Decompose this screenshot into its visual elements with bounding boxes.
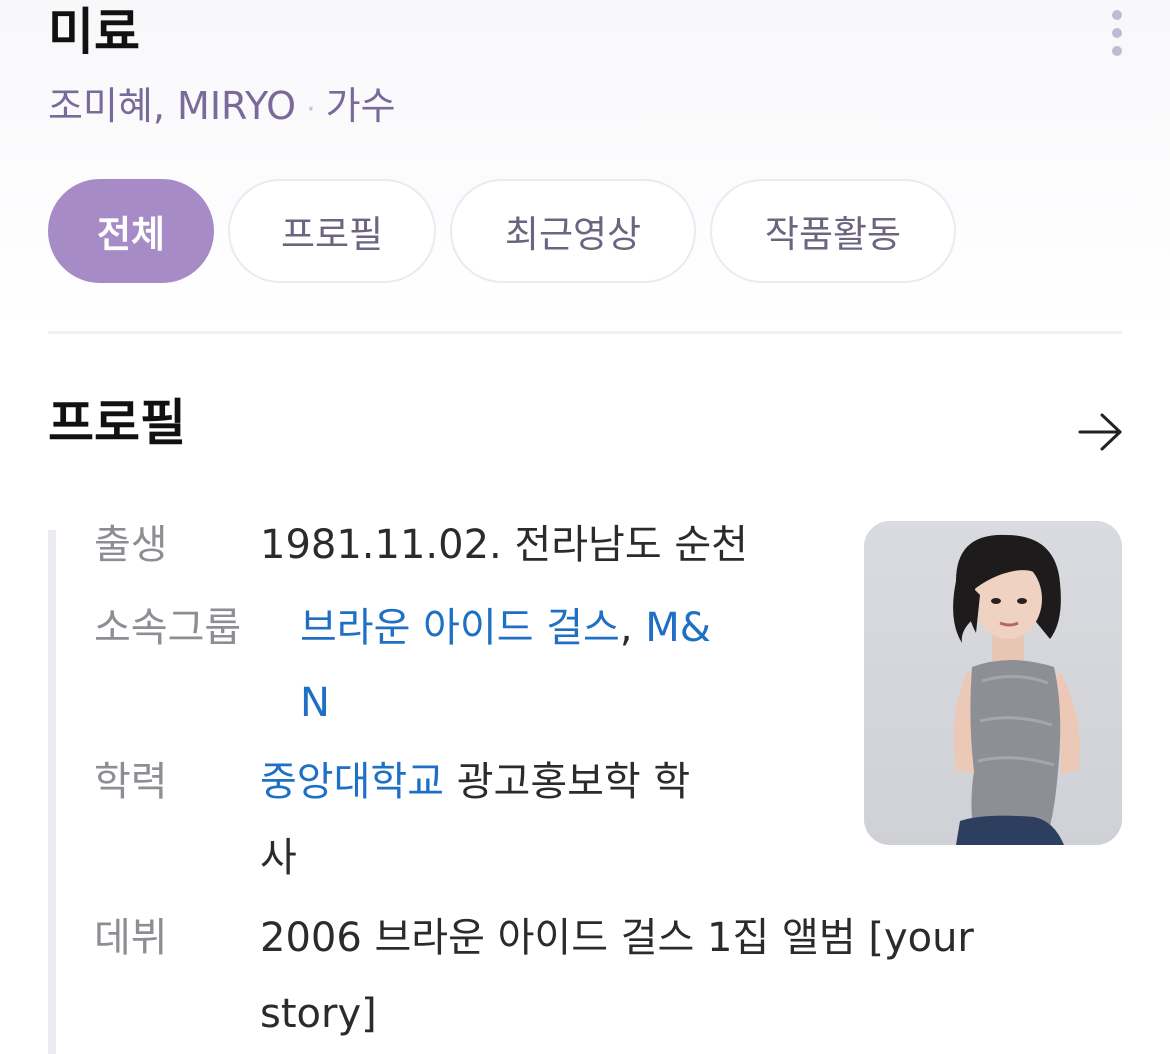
education-major: 광고홍보학 학 xyxy=(444,759,691,805)
education-value-line2: 사 xyxy=(260,835,297,881)
group-value-line2: N xyxy=(300,665,330,741)
debut-value: 2006 브라운 아이드 걸스 1집 앨범 [your xyxy=(260,915,974,961)
group-link-brown-eyed-girls[interactable]: 브라운 아이드 걸스 xyxy=(300,605,620,651)
subtitle-separator: · xyxy=(306,92,316,127)
subtitle: 조미혜, MIRYO · 가수 xyxy=(48,80,396,136)
tab-works[interactable]: 작품활동 xyxy=(710,179,956,283)
tab-all[interactable]: 전체 xyxy=(48,179,214,283)
section-title-profile: 프로필 xyxy=(48,394,186,452)
more-vertical-icon[interactable] xyxy=(1106,10,1128,56)
tab-bar: 전체 프로필 최근영상 작품활동 xyxy=(48,179,956,283)
group-link-mn[interactable]: M& xyxy=(645,605,711,651)
arrow-right-icon[interactable] xyxy=(1076,410,1124,454)
education-link-chung-ang[interactable]: 중앙대학교 xyxy=(260,759,444,805)
debut-value-line2: story] xyxy=(260,991,377,1037)
group-separator: , xyxy=(619,605,633,651)
subtitle-names: 조미혜, MIRYO xyxy=(48,84,297,128)
divider xyxy=(48,331,1122,334)
group-label: 소속그룹 xyxy=(94,605,242,651)
tab-recent-videos[interactable]: 최근영상 xyxy=(450,179,696,283)
birth-value: 1981.11.02. 전라남도 순천 xyxy=(260,522,748,568)
subtitle-role: 가수 xyxy=(325,84,396,128)
birth-label: 출생 xyxy=(94,522,168,568)
profile-photo[interactable] xyxy=(864,521,1122,845)
profile-photo-illustration xyxy=(864,521,1122,845)
page-title: 미료 xyxy=(48,3,140,61)
education-value: 중앙대학교 광고홍보학 학 xyxy=(260,744,690,820)
debut-label: 데뷔 xyxy=(94,915,168,961)
education-label: 학력 xyxy=(94,759,168,805)
group-link-mn-continued[interactable]: N xyxy=(300,680,330,726)
profile-side-bar xyxy=(48,530,56,1054)
tab-profile[interactable]: 프로필 xyxy=(228,179,436,283)
group-value: 브라운 아이드 걸스, M& xyxy=(300,590,711,666)
